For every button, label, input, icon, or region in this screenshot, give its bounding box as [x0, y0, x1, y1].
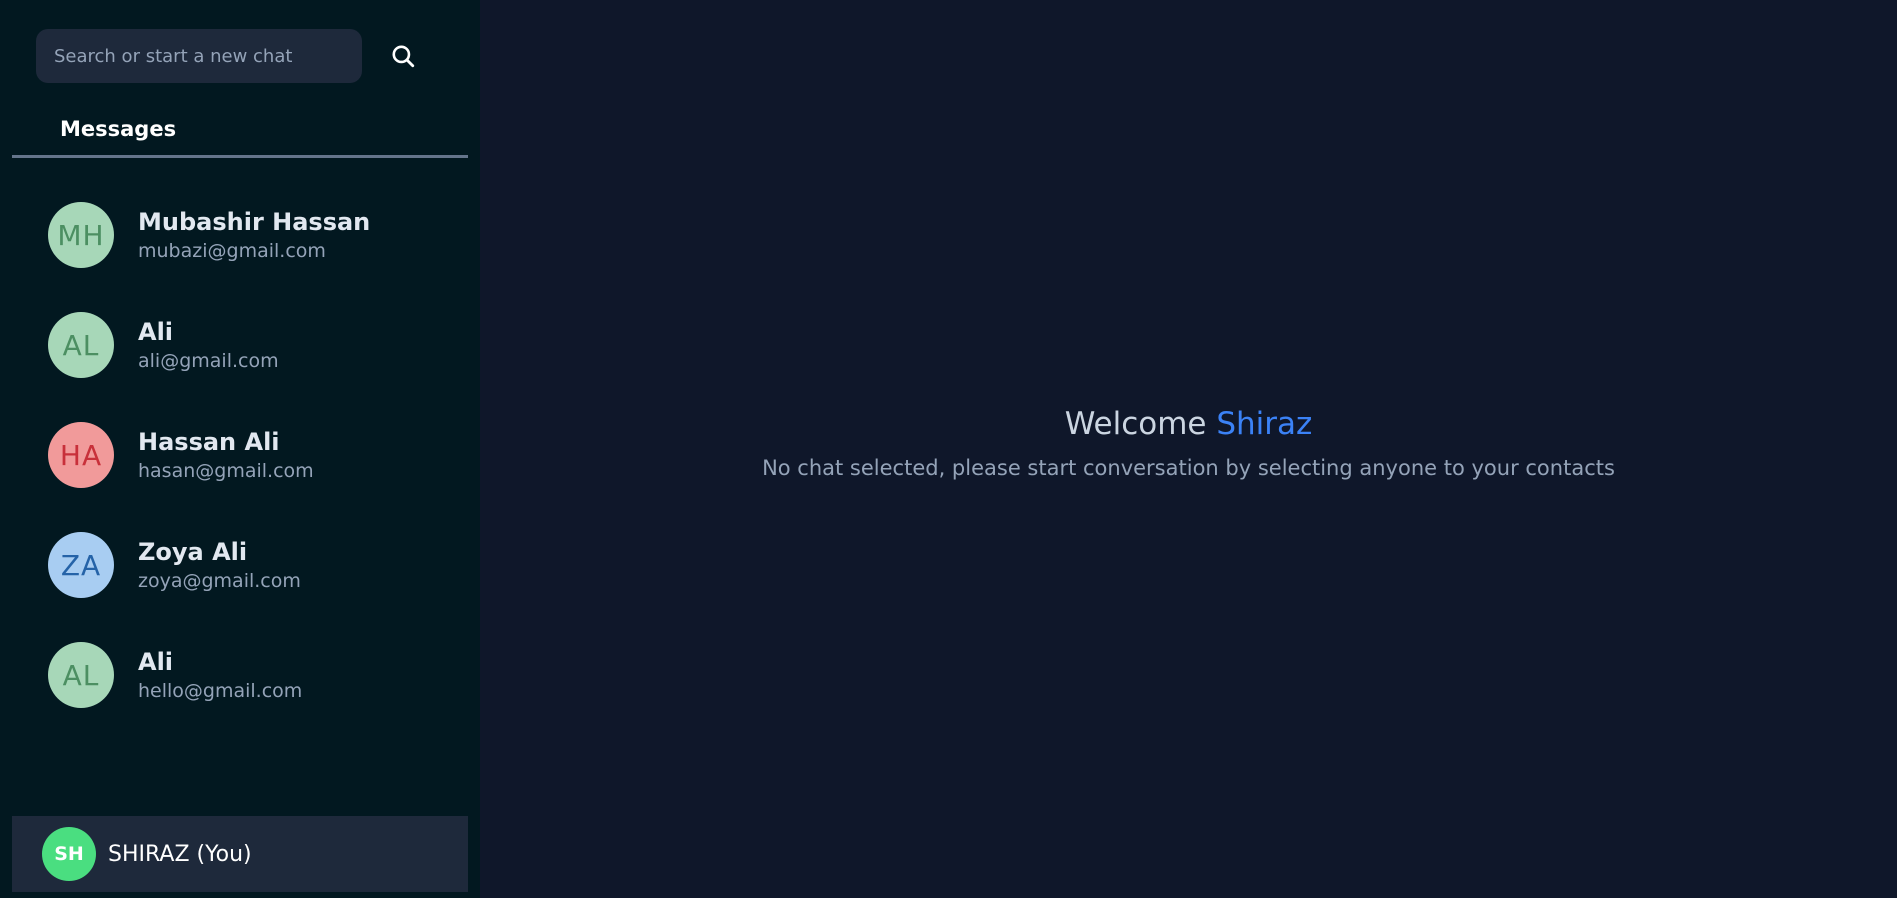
current-user-bar[interactable]: SH SHIRAZ (You) [12, 816, 468, 892]
avatar: MH [48, 202, 114, 268]
contact-email: hello@gmail.com [138, 680, 303, 702]
contact-name: Zoya Ali [138, 538, 248, 566]
contact-item[interactable]: AL Ali hello@gmail.com [48, 620, 468, 730]
contact-info: Ali hello@gmail.com [138, 646, 302, 704]
welcome-message: Welcome Shiraz No chat selected, please … [480, 402, 1897, 480]
contact-item[interactable]: ZA Zoya Ali zoya@gmail.com [48, 510, 468, 620]
contact-email: hasan@gmail.com [138, 460, 314, 482]
contact-email: mubazi@gmail.com [138, 240, 326, 262]
contact-name: Mubashir Hassan [138, 208, 371, 236]
sidebar: Messages MH Mubashir Hassan mubazi@gmail… [0, 0, 480, 898]
contact-info: Zoya Ali zoya@gmail.com [138, 536, 301, 594]
welcome-heading: Welcome Shiraz [480, 402, 1897, 446]
contact-list: MH Mubashir Hassan mubazi@gmail.com AL A… [48, 180, 468, 730]
welcome-user-name: Shiraz [1216, 406, 1313, 442]
contact-info: Mubashir Hassan mubazi@gmail.com [138, 206, 370, 264]
search-icon [392, 45, 415, 68]
search-row [36, 29, 418, 83]
contact-name: Hassan Ali [138, 428, 280, 456]
welcome-prefix: Welcome [1064, 406, 1217, 442]
contact-name: Ali [138, 318, 174, 346]
contact-info: Hassan Ali hasan@gmail.com [138, 426, 314, 484]
contact-info: Ali ali@gmail.com [138, 316, 279, 374]
contact-item[interactable]: HA Hassan Ali hasan@gmail.com [48, 400, 468, 510]
avatar: AL [48, 312, 114, 378]
contact-item[interactable]: AL Ali ali@gmail.com [48, 290, 468, 400]
contact-email: ali@gmail.com [138, 350, 279, 372]
search-input[interactable] [36, 29, 362, 83]
chat-main-panel: Welcome Shiraz No chat selected, please … [480, 0, 1897, 898]
contact-item[interactable]: MH Mubashir Hassan mubazi@gmail.com [48, 180, 468, 290]
avatar: HA [48, 422, 114, 488]
tab-messages[interactable]: Messages [60, 117, 176, 141]
contact-name: Ali [138, 648, 174, 676]
no-chat-subtitle: No chat selected, please start conversat… [762, 456, 1615, 480]
avatar: ZA [48, 532, 114, 598]
chat-app: Messages MH Mubashir Hassan mubazi@gmail… [0, 0, 1897, 898]
current-user-avatar: SH [42, 827, 96, 881]
current-user-label: SHIRAZ (You) [108, 841, 252, 867]
avatar: AL [48, 642, 114, 708]
search-button[interactable] [388, 41, 418, 71]
sidebar-tabs: Messages [12, 108, 468, 158]
contact-email: zoya@gmail.com [138, 570, 301, 592]
